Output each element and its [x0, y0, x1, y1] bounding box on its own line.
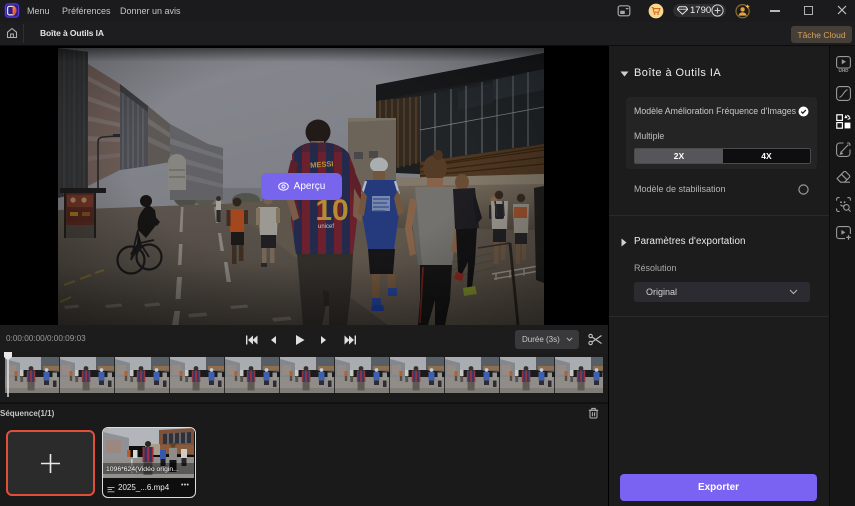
svg-text:UHD: UHD: [839, 68, 850, 73]
